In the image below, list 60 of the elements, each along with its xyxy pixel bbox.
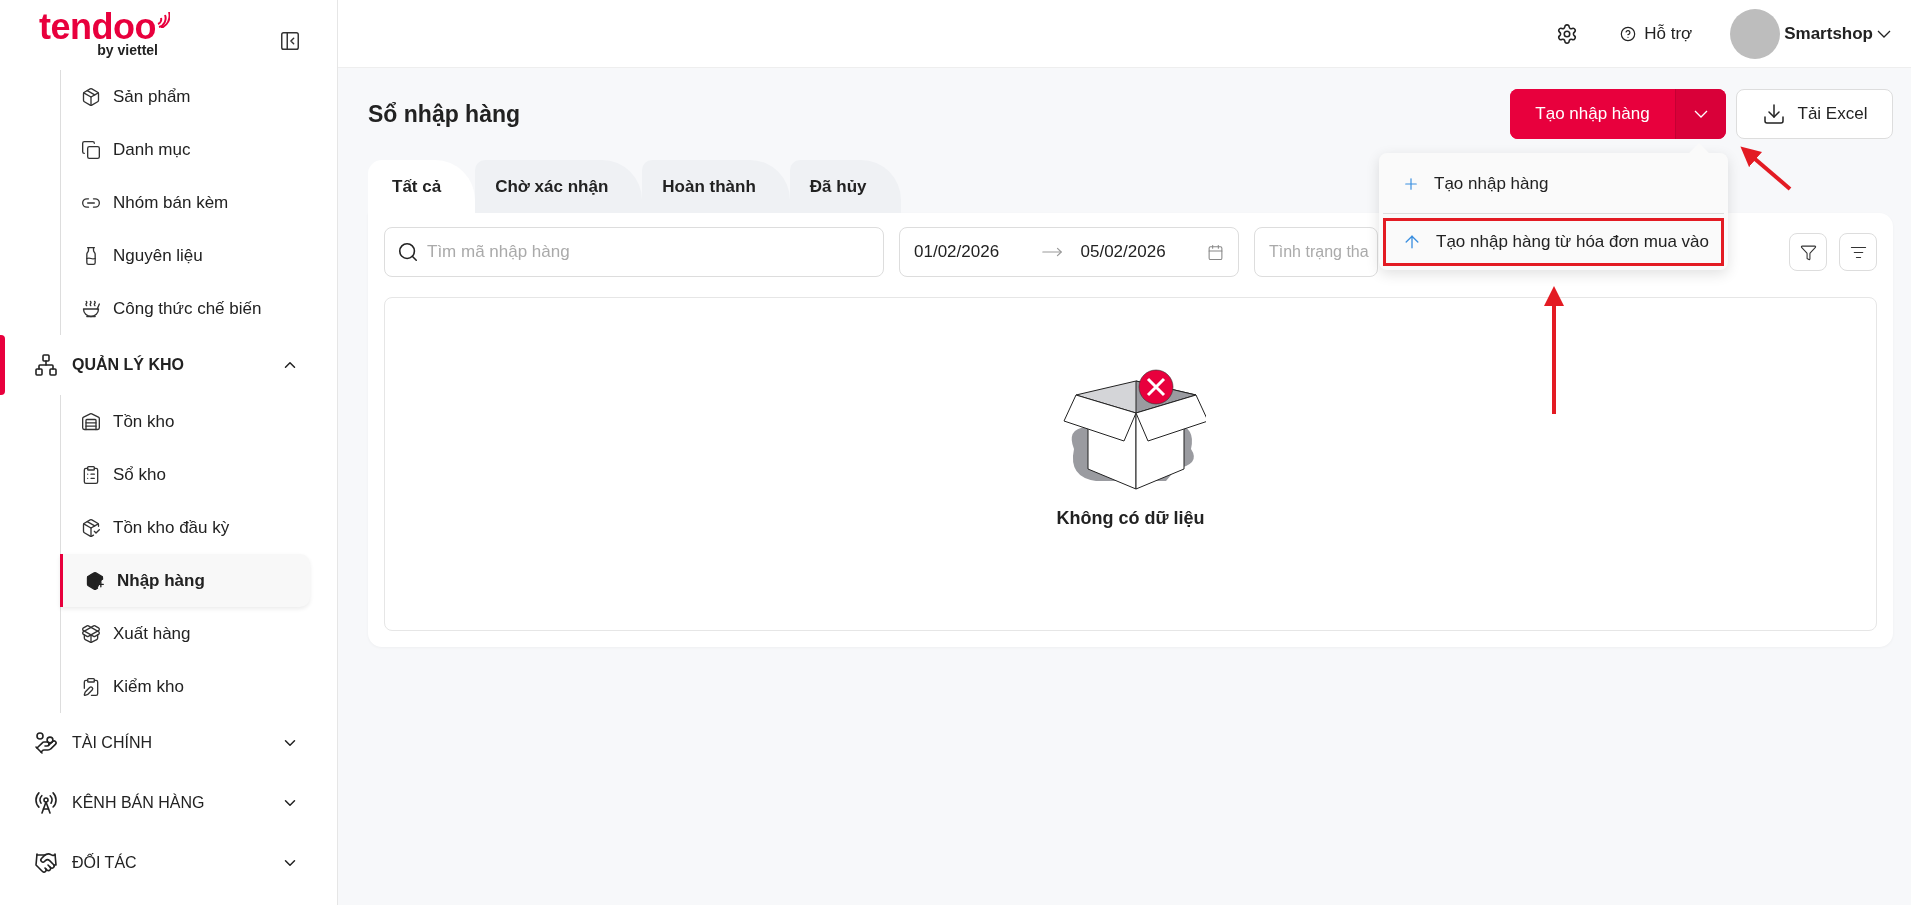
chevron-down-icon [1877,29,1891,38]
menu-item[interactable]: Tạo nhập hàng từ hóa đơn mua vào [1383,218,1724,266]
antenna-icon [34,791,58,815]
sidebar-group[interactable]: TÀI CHÍNH [0,713,337,773]
calendar-icon [1207,243,1224,261]
export-button[interactable]: Tải Excel [1736,89,1893,139]
sidebar-item[interactable]: Tồn kho [61,395,310,448]
sidebar-group[interactable]: QUẢN LÝ KHO [0,335,337,395]
search-input[interactable]: Tìm mã nhập hàng [425,241,871,263]
settings-icon[interactable] [1556,22,1579,45]
end-date: 05/02/2026 [1080,242,1166,262]
help-link[interactable]: Hỗ trợ [1620,23,1693,44]
search-field[interactable]: Tìm mã nhập hàng [384,227,884,277]
annotation-arrow [1740,146,1792,191]
sidebar-item[interactable]: Kiểm kho [61,660,310,713]
logo: tendoo by viettel [14,12,170,58]
sidebar-item[interactable]: Danh mục [61,123,310,176]
help-icon [1620,25,1637,42]
user-menu[interactable]: Smartshop [1730,8,1891,59]
download-icon [1761,102,1786,126]
page-title: Sổ nhập hàng [368,100,521,128]
sidebar-item[interactable]: Nhập hàng [60,554,310,607]
handshake-icon [34,851,58,875]
box-check-icon [81,517,101,538]
open-box-icon [81,623,101,644]
caret-icon [1694,110,1708,118]
sidebar-item[interactable]: Tồn kho đầu kỳ [61,501,310,554]
tab[interactable]: Chờ xác nhận [475,160,643,213]
active-indicator [0,335,5,395]
tab[interactable]: Đã hủy [789,160,901,213]
sidebar-group[interactable]: ĐỐI TÁC [0,833,337,893]
empty-message: Không có dữ liệu [1056,508,1205,529]
box-plus-icon [85,570,105,591]
clipboard-icon [81,464,101,485]
filter-icon [1799,243,1817,261]
sidebar-group[interactable]: KÊNH BÁN HÀNG [0,773,337,833]
sidebar-item[interactable]: Xuất hàng [61,607,310,660]
date-range-field[interactable]: 01/02/2026 05/02/2026 [899,227,1239,277]
dropdown-toggle[interactable] [1676,89,1726,139]
user-name: Smartshop [1784,23,1873,44]
plus-icon [1402,175,1420,193]
tab[interactable]: Tất cả [368,160,476,213]
sidebar-item[interactable]: Nguyên liệu [61,229,310,282]
hierarchy-icon [34,353,58,377]
box-icon [81,86,101,107]
copy-icon [81,139,101,160]
sidebar-item[interactable]: Nhóm bán kèm [61,176,310,229]
sidebar-item[interactable]: Sản phẩm [61,70,310,123]
sidebar-item[interactable]: Sổ kho [61,448,310,501]
clipboard-pen-icon [81,676,101,697]
search-icon [397,241,419,263]
bowl-icon [81,298,101,319]
sidebar-collapse-icon[interactable] [279,30,301,52]
filter-button[interactable] [1789,233,1827,271]
tab[interactable]: Hoàn thành [642,160,790,213]
warehouse-icon [81,411,101,432]
create-button[interactable]: Tạo nhập hàng [1510,89,1676,139]
sidebar-item[interactable]: Công thức chế biến [61,282,310,335]
menu-item[interactable]: Tạo nhập hàng [1383,157,1724,211]
start-date: 01/02/2026 [914,242,1000,262]
